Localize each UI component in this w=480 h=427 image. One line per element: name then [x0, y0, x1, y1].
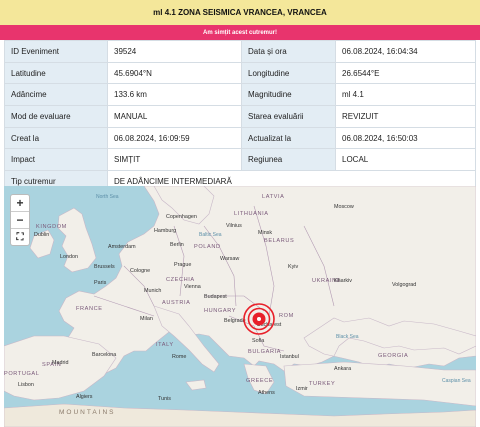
- detail-value: 06.08.2024, 16:09:59: [107, 126, 242, 150]
- zoom-out-button[interactable]: −: [11, 212, 29, 229]
- land-greece-turkey: [243, 361, 476, 407]
- detail-value: 26.6544°E: [335, 61, 476, 85]
- country-label: POLAND: [194, 244, 221, 250]
- sea-label: Black Sea: [336, 334, 359, 340]
- city-label: Sofia: [252, 338, 264, 344]
- city-label: London: [60, 254, 78, 260]
- detail-value: 06.08.2024, 16:50:03: [335, 126, 476, 150]
- detail-value: ml 4.1: [335, 83, 476, 107]
- country-label: PORTUGAL: [4, 371, 39, 377]
- city-label: Minsk: [258, 230, 272, 236]
- country-label: ITALY: [156, 342, 174, 348]
- detail-row: Impact SIMȚIT Regiunea LOCAL: [4, 148, 476, 172]
- detail-value: REVIZUIT: [335, 105, 476, 128]
- country-label: AUSTRIA: [162, 300, 190, 306]
- city-label: Amsterdam: [108, 244, 136, 250]
- city-label: Madrid: [52, 360, 68, 366]
- fullscreen-icon[interactable]: ⛶: [11, 229, 29, 245]
- city-label: Prague: [174, 262, 191, 268]
- city-label: Warsaw: [220, 256, 239, 262]
- map-canvas[interactable]: Black Sea North Sea Baltic Sea Caspian S…: [4, 186, 476, 427]
- map-zoom-controls: + − ⛶: [10, 194, 30, 246]
- detail-row: Creat la 06.08.2024, 16:09:59 Actualizat l…: [4, 126, 476, 150]
- zoom-in-button[interactable]: +: [11, 195, 29, 212]
- land-sicily: [185, 379, 207, 391]
- detail-row: Latitudine 45.6904°N Longitudine 26.6544°E: [4, 61, 476, 85]
- city-label: Kharkiv: [334, 278, 352, 284]
- city-label: Volgograd: [392, 282, 416, 288]
- detail-row: Adâncime 133.6 km Magnitudine ml 4.1: [4, 83, 476, 107]
- city-label: Berlin: [170, 242, 184, 248]
- city-label: Izmir: [296, 386, 308, 392]
- detail-label: Adâncime: [4, 83, 108, 107]
- city-label: Cologne: [130, 268, 150, 274]
- country-label: KINGDOM: [36, 224, 67, 230]
- city-label: Tunis: [158, 396, 171, 402]
- city-label: Copenhagen: [166, 214, 197, 220]
- event-details-table: ID Eveniment 39524 Data și ora 06.08.2024, …: [4, 40, 476, 193]
- city-label: Munich: [144, 288, 161, 294]
- city-label: Lisbon: [18, 382, 34, 388]
- detail-value: SIMȚIT: [107, 148, 242, 172]
- country-label: GEORGIA: [378, 353, 408, 359]
- country-label: BULGARIA: [248, 349, 281, 355]
- city-label: Rome: [172, 354, 186, 360]
- land-uk: [57, 207, 97, 273]
- city-label: Vienna: [184, 284, 201, 290]
- country-label: LITHUANIA: [234, 211, 269, 217]
- detail-label: Actualizat la: [241, 126, 336, 150]
- country-label: TURKEY: [309, 381, 335, 387]
- detail-value: 39524: [107, 40, 242, 63]
- land-iberia: [4, 335, 117, 401]
- mountains-label: MOUNTAINS: [59, 409, 116, 416]
- detail-label: Creat la: [4, 126, 108, 150]
- city-label: Algiers: [76, 394, 93, 400]
- city-label: Hamburg: [154, 228, 176, 234]
- city-label: Istanbul: [280, 354, 299, 360]
- sea-label: North Sea: [96, 194, 119, 200]
- page-title: ml 4.1 ZONA SEISMICA VRANCEA, VRANCEA: [0, 0, 480, 25]
- epicenter-marker[interactable]: [243, 303, 275, 335]
- detail-label: Latitudine: [4, 61, 108, 85]
- sea-label: Caspian Sea: [442, 378, 471, 384]
- country-label: CZECHIA: [166, 277, 195, 283]
- city-label: Ankara: [334, 366, 351, 372]
- detail-row: Mod de evaluare MANUAL Starea evaluării REV…: [4, 105, 476, 128]
- city-label: Milan: [140, 316, 153, 322]
- detail-value: 133.6 km: [107, 83, 242, 107]
- city-label: Athens: [258, 390, 275, 396]
- detail-label: Regiunea: [241, 148, 336, 172]
- detail-label: Magnitudine: [241, 83, 336, 107]
- country-label: FRANCE: [76, 306, 103, 312]
- country-label: GREECE: [246, 378, 273, 384]
- city-label: Barcelona: [92, 352, 116, 358]
- detail-value: MANUAL: [107, 105, 242, 128]
- city-label: Moscow: [334, 204, 354, 210]
- detail-label: Impact: [4, 148, 108, 172]
- country-label: ROM: [279, 313, 294, 319]
- detail-label: Data și ora: [241, 40, 336, 63]
- city-label: Brussels: [94, 264, 115, 270]
- detail-value: 06.08.2024, 16:04:34: [335, 40, 476, 63]
- country-label: HUNGARY: [204, 308, 236, 314]
- country-label: BELARUS: [264, 238, 294, 244]
- city-label: Belgrade: [224, 318, 246, 324]
- detail-label: Starea evaluării: [241, 105, 336, 128]
- city-label: Vilnius: [226, 223, 242, 229]
- city-label: Kyiv: [288, 264, 298, 270]
- city-label: Paris: [94, 280, 107, 286]
- sea-label: Baltic Sea: [199, 232, 222, 238]
- detail-label: Longitudine: [241, 61, 336, 85]
- detail-label: ID Eveniment: [4, 40, 108, 63]
- detail-label: Mod de evaluare: [4, 105, 108, 128]
- city-label: Dublin: [34, 232, 49, 238]
- country-label: LATVIA: [262, 194, 284, 200]
- detail-value: 45.6904°N: [107, 61, 242, 85]
- city-label: Budapest: [204, 294, 227, 300]
- detail-value: LOCAL: [335, 148, 476, 172]
- detail-row: ID Eveniment 39524 Data și ora 06.08.2024, …: [4, 40, 476, 63]
- felt-alert-banner[interactable]: Am simțit acest cutremur!: [0, 25, 480, 40]
- epicenter-map[interactable]: Black Sea North Sea Baltic Sea Caspian S…: [4, 186, 476, 427]
